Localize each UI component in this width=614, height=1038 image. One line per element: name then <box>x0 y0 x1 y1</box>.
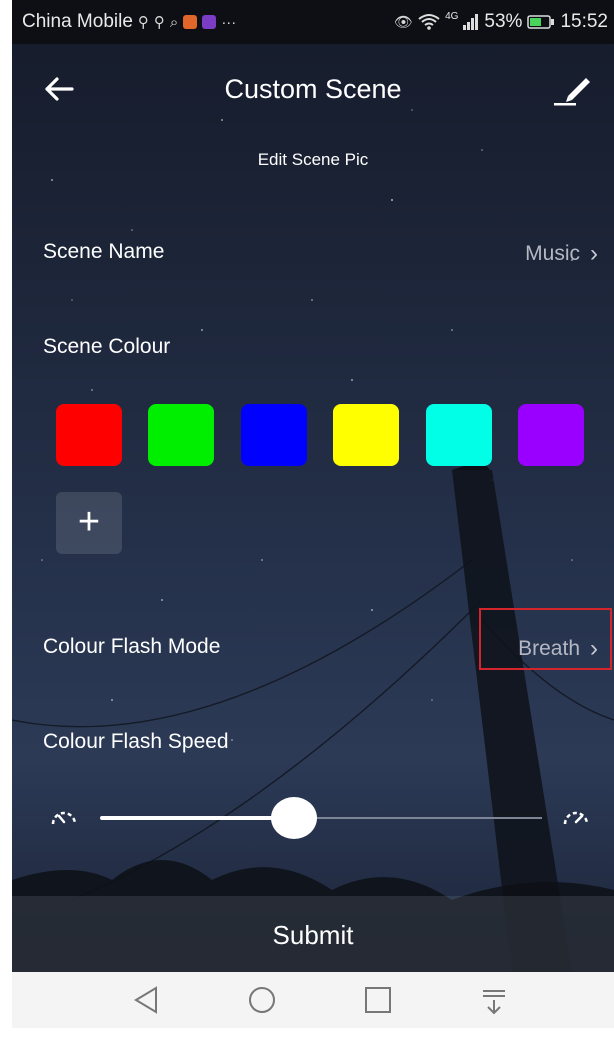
carrier-name: China Mobile <box>22 11 133 32</box>
notification-pulldown-icon[interactable] <box>472 980 516 1020</box>
scene-name-value-button[interactable]: Music › <box>525 240 598 268</box>
eye-icon: 👁 <box>394 14 414 31</box>
flash-speed-label: Colour Flash Speed <box>43 730 229 753</box>
usb-icon: ⚲ <box>137 14 149 31</box>
speed-fast-icon <box>560 806 592 830</box>
search-icon: ⌕ <box>169 13 179 31</box>
usb-icon: ⚲ <box>153 14 165 31</box>
back-triangle-icon[interactable] <box>124 980 168 1020</box>
battery-percent: 53% <box>484 11 523 32</box>
scene-name-value: Music <box>525 242 580 265</box>
status-bar: China Mobile ⚲ ⚲ ⌕ ··· 👁 4G 53% 15:52 <box>12 0 614 44</box>
submit-button[interactable]: Submit <box>12 920 614 951</box>
wifi-icon <box>418 14 440 30</box>
network-type: 4G <box>445 10 459 22</box>
page-title: Custom Scene <box>224 74 402 104</box>
battery-icon <box>527 15 555 29</box>
app-bar: Custom Scene <box>12 44 614 134</box>
colour-swatch[interactable] <box>56 404 122 466</box>
more-icon: ··· <box>221 13 237 31</box>
slider-track-filled <box>100 816 295 820</box>
clock: 15:52 <box>560 11 608 32</box>
highlight-box <box>479 608 612 670</box>
scene-colour-label: Scene Colour <box>43 335 171 358</box>
app-icon <box>202 15 217 29</box>
phone-screen: China Mobile ⚲ ⚲ ⌕ ··· 👁 4G 53% 15:52 Cu… <box>12 0 614 1028</box>
slider-track-empty <box>294 817 542 819</box>
recents-square-icon[interactable] <box>356 980 400 1020</box>
colour-swatch[interactable] <box>426 404 492 466</box>
chevron-right-icon: › <box>590 240 598 267</box>
system-nav-bar <box>12 972 614 1028</box>
colour-swatch[interactable] <box>333 404 399 466</box>
app-icon <box>183 15 198 29</box>
home-circle-icon[interactable] <box>240 980 284 1020</box>
edit-scene-pic-link[interactable]: Edit Scene Pic <box>12 150 614 170</box>
flash-mode-label: Colour Flash Mode <box>43 635 221 658</box>
colour-swatch[interactable] <box>518 404 584 466</box>
scene-name-label: Scene Name <box>43 240 165 263</box>
pencil-icon[interactable] <box>552 72 592 108</box>
colour-swatch[interactable] <box>148 404 214 466</box>
signal-icon <box>463 14 479 30</box>
add-colour-button[interactable]: + <box>56 492 122 554</box>
speed-slow-icon <box>48 806 80 830</box>
colour-swatch[interactable] <box>241 404 307 466</box>
